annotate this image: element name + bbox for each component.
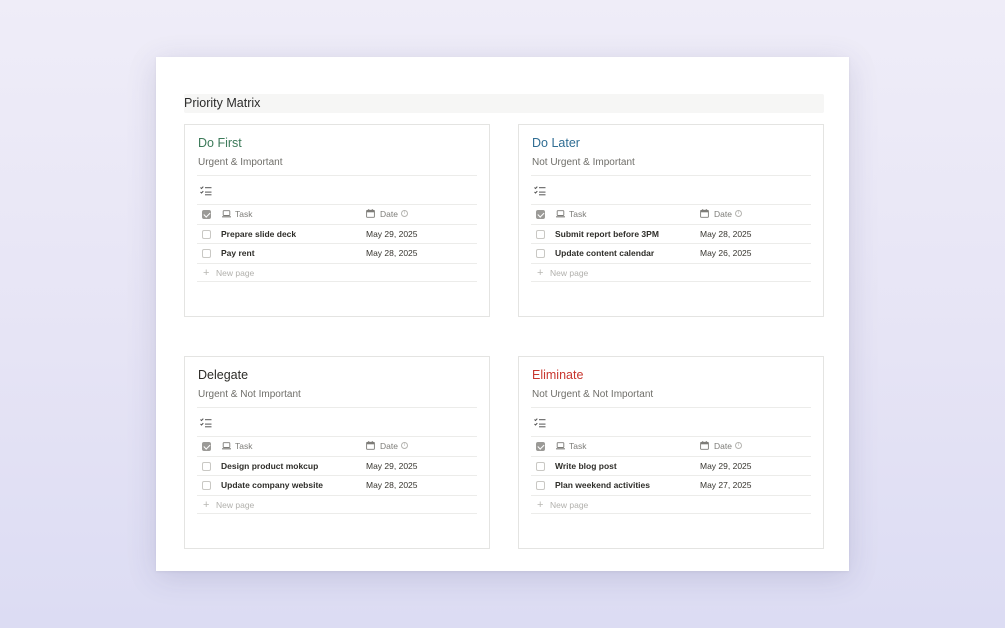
divider [531,407,811,408]
task-name[interactable]: Update content calendar [555,244,654,262]
table-row[interactable]: Design product mokcup May 29, 2025 [197,455,477,476]
calendar-icon [366,209,375,218]
calendar-icon [366,441,375,450]
laptop-icon [556,210,565,218]
list-checks-icon[interactable] [534,186,546,196]
task-name[interactable]: Submit report before 3PM [555,225,659,243]
task-date[interactable]: May 28, 2025 [366,244,418,262]
column-header-date[interactable]: Date [380,437,398,455]
task-checkbox[interactable] [536,229,545,239]
table-row[interactable]: Plan weekend activities May 27, 2025 [531,475,811,495]
task-date[interactable]: May 28, 2025 [700,225,752,243]
select-all-checkbox[interactable] [536,210,545,219]
quadrant-subtitle: Not Urgent & Not Important [532,389,654,400]
task-table: Task Date i Submit report before 3PM May… [531,204,811,282]
column-header-task[interactable]: Task [235,205,252,223]
table-row[interactable]: Update company website May 28, 2025 [197,475,477,495]
table-header-row: Task Date i [197,436,477,456]
plus-icon[interactable]: + [537,496,543,514]
table-header-row: Task Date i [197,204,477,224]
divider [197,407,477,408]
quadrant-subtitle: Not Urgent & Important [532,157,635,168]
divider [197,175,477,176]
priority-matrix-page: Priority Matrix Do First Urgent & Import… [156,57,849,571]
page-title: Priority Matrix [184,96,261,110]
task-name[interactable]: Plan weekend activities [555,476,650,494]
table-row[interactable]: Write blog post May 29, 2025 [531,455,811,476]
task-table: Task Date i Prepare slide deck May 29, 2… [197,204,477,282]
task-name[interactable]: Prepare slide deck [221,225,296,243]
info-icon[interactable]: i [401,210,408,217]
list-checks-icon[interactable] [534,418,546,428]
laptop-icon [556,442,565,450]
table-row[interactable]: Pay rent May 28, 2025 [197,243,477,263]
list-checks-icon[interactable] [200,186,212,196]
task-date[interactable]: May 26, 2025 [700,244,752,262]
select-all-checkbox[interactable] [202,210,211,219]
new-page-button[interactable]: New page [550,264,588,282]
new-page-row[interactable]: + New page [197,494,477,514]
column-header-date[interactable]: Date [714,437,732,455]
column-header-date[interactable]: Date [380,205,398,223]
plus-icon[interactable]: + [203,264,209,282]
column-header-date[interactable]: Date [714,205,732,223]
quadrant-title: Delegate [198,368,249,382]
task-checkbox[interactable] [202,249,211,258]
new-page-row[interactable]: + New page [531,494,811,514]
task-date[interactable]: May 28, 2025 [366,476,418,494]
quadrant-title: Do Later [532,136,580,150]
task-table: Task Date i Design product mokcup May 29… [197,436,477,514]
calendar-icon [700,209,709,218]
column-header-task[interactable]: Task [235,437,252,455]
info-icon[interactable]: i [735,442,742,449]
new-page-row[interactable]: + New page [197,262,477,282]
table-header-row: Task Date i [531,204,811,224]
quadrant-eliminate: Eliminate Not Urgent & Not Important Tas… [518,356,824,549]
page-title-block[interactable]: Priority Matrix [184,94,824,113]
quadrant-title: Eliminate [532,368,584,382]
task-name[interactable]: Design product mokcup [221,457,318,475]
task-date[interactable]: May 27, 2025 [700,476,752,494]
task-table: Task Date i Write blog post May 29, 2025… [531,436,811,514]
info-icon[interactable]: i [735,210,742,217]
plus-icon[interactable]: + [537,264,543,282]
task-date[interactable]: May 29, 2025 [700,457,752,475]
task-checkbox[interactable] [536,249,545,258]
select-all-checkbox[interactable] [536,442,545,451]
column-header-task[interactable]: Task [569,205,586,223]
task-date[interactable]: May 29, 2025 [366,457,418,475]
task-name[interactable]: Pay rent [221,244,255,262]
task-checkbox[interactable] [202,229,211,239]
table-row[interactable]: Submit report before 3PM May 28, 2025 [531,223,811,244]
quadrant-title: Do First [198,136,242,150]
divider [531,175,811,176]
new-page-row[interactable]: + New page [531,262,811,282]
table-header-row: Task Date i [531,436,811,456]
quadrant-subtitle: Urgent & Important [198,157,283,168]
quadrant-do-later: Do Later Not Urgent & Important Task Dat… [518,124,824,317]
quadrant-subtitle: Urgent & Not Important [198,389,301,400]
new-page-button[interactable]: New page [550,496,588,514]
quadrant-do-first: Do First Urgent & Important Task Date i [184,124,490,317]
task-name[interactable]: Write blog post [555,457,617,475]
plus-icon[interactable]: + [203,496,209,514]
calendar-icon [700,441,709,450]
task-checkbox[interactable] [202,481,211,490]
quadrant-delegate: Delegate Urgent & Not Important Task Dat… [184,356,490,549]
laptop-icon [222,442,231,450]
task-date[interactable]: May 29, 2025 [366,225,418,243]
column-header-task[interactable]: Task [569,437,586,455]
list-checks-icon[interactable] [200,418,212,428]
new-page-button[interactable]: New page [216,264,254,282]
table-row[interactable]: Prepare slide deck May 29, 2025 [197,223,477,244]
task-checkbox[interactable] [202,461,211,471]
new-page-button[interactable]: New page [216,496,254,514]
task-checkbox[interactable] [536,481,545,490]
info-icon[interactable]: i [401,442,408,449]
task-checkbox[interactable] [536,461,545,471]
task-name[interactable]: Update company website [221,476,323,494]
select-all-checkbox[interactable] [202,442,211,451]
table-row[interactable]: Update content calendar May 26, 2025 [531,243,811,263]
laptop-icon [222,210,231,218]
